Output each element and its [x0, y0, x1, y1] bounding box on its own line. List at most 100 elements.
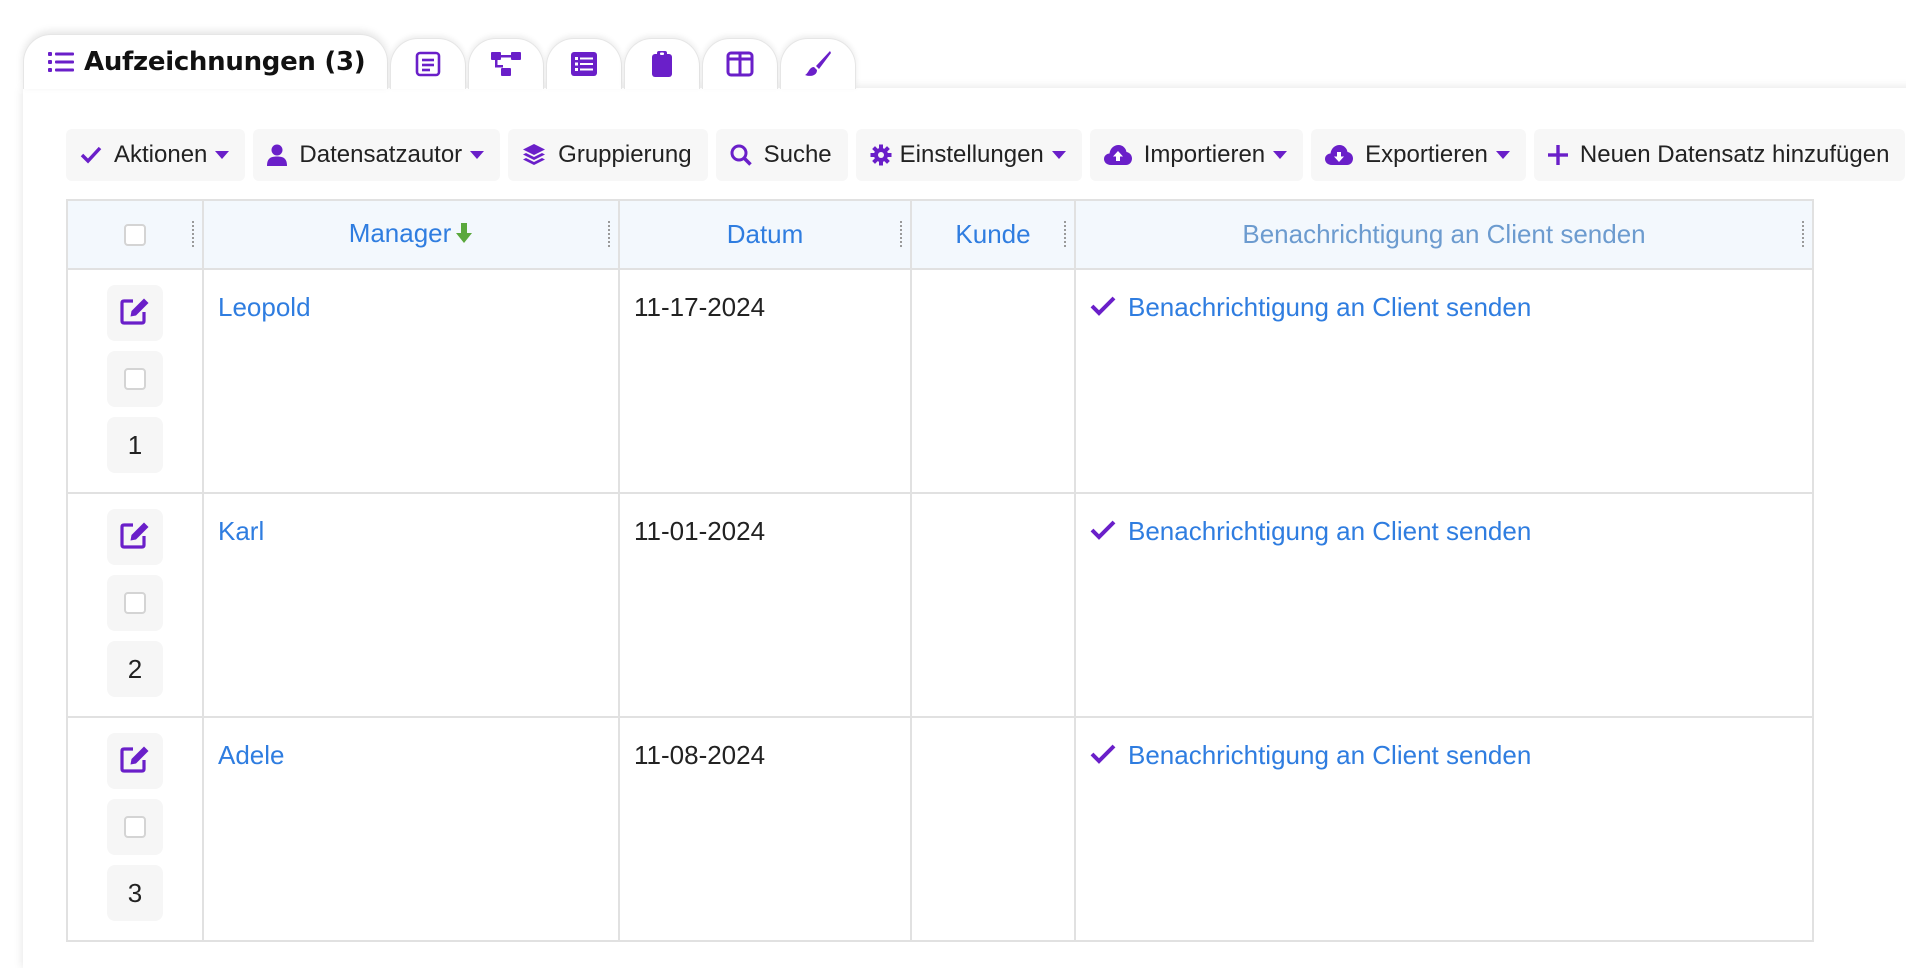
tab-records-label: Aufzeichnungen (3)	[84, 47, 366, 77]
cell-manager: Adele	[202, 716, 620, 942]
sort-desc-arrow-icon	[455, 220, 473, 251]
notify-action: Benachrichtigung an Client senden	[1076, 494, 1812, 547]
date-value: 11-17-2024	[634, 292, 766, 322]
cell-datum: 11-17-2024	[618, 268, 912, 494]
records-table: Manager Datum Kunde Benachrichtigung an …	[66, 199, 1814, 942]
check-icon	[1090, 292, 1116, 323]
record-author-label: Datensatzautor	[299, 141, 463, 168]
gear-icon	[870, 144, 892, 166]
clipboard-icon	[651, 50, 673, 78]
row-checkbox[interactable]	[124, 816, 146, 838]
cloud-download-icon	[1325, 144, 1354, 166]
form-icon	[415, 51, 441, 77]
notify-action: Benachrichtigung an Client senden	[1076, 270, 1812, 323]
manager-link[interactable]: Leopold	[204, 270, 618, 323]
date-value: 11-08-2024	[634, 740, 766, 770]
notify-action: Benachrichtigung an Client senden	[1076, 718, 1812, 771]
header-notify-label: Benachrichtigung an Client senden	[1242, 219, 1646, 249]
search-button[interactable]: Suche	[715, 129, 848, 181]
select-all-header	[66, 199, 204, 270]
brush-icon	[804, 50, 832, 78]
cell-datum: 11-08-2024	[618, 716, 912, 942]
tab-detail-list[interactable]	[546, 38, 623, 89]
column-resize-handle[interactable]	[1064, 221, 1072, 247]
row-number: 1	[107, 417, 163, 473]
tab-clipboard[interactable]	[624, 38, 701, 89]
caret-down-icon	[1051, 150, 1066, 160]
view-tabs: Aufzeichnungen (3)	[23, 34, 858, 89]
actions-button[interactable]: Aktionen	[66, 129, 246, 181]
tab-brush[interactable]	[780, 38, 857, 89]
cloud-upload-icon	[1103, 144, 1132, 166]
check-icon	[80, 146, 102, 164]
caret-down-icon	[215, 150, 230, 160]
row-checkbox-wrap	[107, 575, 163, 631]
caret-down-icon	[470, 150, 485, 160]
row-number: 3	[107, 865, 163, 921]
manager-link[interactable]: Adele	[204, 718, 618, 771]
caret-down-icon	[1495, 150, 1510, 160]
check-icon	[1090, 740, 1116, 771]
row-checkbox[interactable]	[124, 592, 146, 614]
header-manager-label: Manager	[348, 218, 452, 249]
cell-datum: 11-01-2024	[618, 492, 912, 718]
select-all-checkbox[interactable]	[124, 223, 146, 246]
tab-form[interactable]	[390, 38, 467, 89]
cell-notify: Benachrichtigung an Client senden	[1074, 268, 1814, 494]
header-kunde[interactable]: Kunde	[910, 199, 1076, 270]
table-header-row: Manager Datum Kunde Benachrichtigung an …	[66, 199, 1814, 270]
column-resize-handle[interactable]	[192, 221, 200, 247]
settings-button[interactable]: Einstellungen	[855, 129, 1082, 181]
header-kunde-label: Kunde	[955, 219, 1031, 249]
header-datum[interactable]: Datum	[618, 199, 912, 270]
row-checkbox-wrap	[107, 351, 163, 407]
cell-manager: Leopold	[202, 268, 620, 494]
edit-record-button[interactable]	[107, 285, 163, 341]
tab-columns[interactable]	[702, 38, 779, 89]
grouping-button[interactable]: Gruppierung	[508, 129, 708, 181]
add-record-button[interactable]: Neuen Datensatz hinzufügen	[1533, 129, 1906, 181]
import-label: Importieren	[1143, 141, 1266, 168]
manager-link[interactable]: Karl	[204, 494, 618, 547]
record-author-button[interactable]: Datensatzautor	[253, 129, 501, 181]
add-record-label: Neuen Datensatz hinzufügen	[1579, 141, 1890, 168]
check-icon	[1090, 516, 1116, 547]
customer-value	[912, 270, 1074, 292]
header-manager[interactable]: Manager	[202, 199, 620, 270]
row-controls: 3	[66, 716, 204, 942]
detail-list-icon	[570, 51, 598, 77]
list-icon	[48, 50, 74, 74]
search-icon	[730, 144, 752, 166]
column-resize-handle[interactable]	[1802, 221, 1810, 247]
send-notification-link[interactable]: Benachrichtigung an Client senden	[1128, 740, 1531, 771]
row-controls: 2	[66, 492, 204, 718]
row-checkbox-wrap	[107, 799, 163, 855]
actions-label: Aktionen	[114, 141, 208, 168]
send-notification-link[interactable]: Benachrichtigung an Client senden	[1128, 292, 1531, 323]
row-number: 2	[107, 641, 163, 697]
user-icon	[267, 144, 288, 166]
column-resize-handle[interactable]	[608, 221, 616, 247]
header-datum-label: Datum	[726, 219, 804, 249]
edit-record-button[interactable]	[107, 733, 163, 789]
header-notify: Benachrichtigung an Client senden	[1074, 199, 1814, 270]
layers-icon	[522, 143, 546, 167]
row-checkbox[interactable]	[124, 368, 146, 390]
import-button[interactable]: Importieren	[1089, 129, 1304, 181]
edit-icon	[120, 745, 150, 778]
send-notification-link[interactable]: Benachrichtigung an Client senden	[1128, 516, 1531, 547]
cell-notify: Benachrichtigung an Client senden	[1074, 492, 1814, 718]
column-resize-handle[interactable]	[900, 221, 908, 247]
table-row: 3 Adele 11-08-2024 Benachrichtigung an C…	[66, 716, 1814, 942]
edit-icon	[120, 521, 150, 554]
table-row: 1 Leopold 11-17-2024 Benachrichtigung an…	[66, 268, 1814, 494]
cell-kunde	[910, 268, 1076, 494]
edit-record-button[interactable]	[107, 509, 163, 565]
plus-icon	[1547, 145, 1568, 165]
export-button[interactable]: Exportieren	[1311, 129, 1526, 181]
tab-records[interactable]: Aufzeichnungen (3)	[23, 34, 389, 89]
search-label: Suche	[763, 141, 832, 168]
edit-icon	[120, 297, 150, 330]
cell-manager: Karl	[202, 492, 620, 718]
tab-sitemap[interactable]	[468, 38, 545, 89]
